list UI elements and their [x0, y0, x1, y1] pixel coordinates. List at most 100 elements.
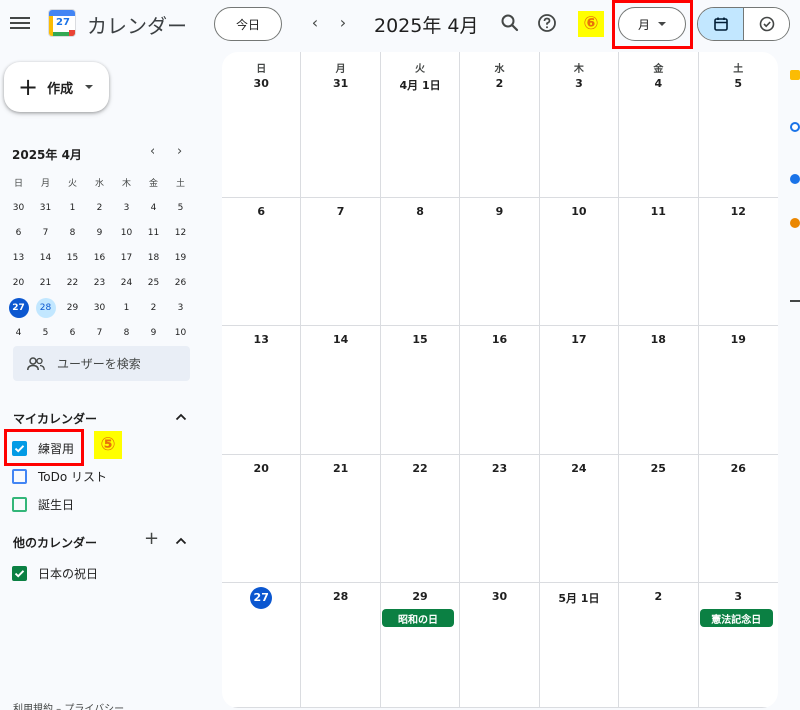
calendar-checkbox[interactable] [12, 496, 27, 512]
mini-day[interactable]: 30 [86, 295, 113, 320]
mini-day[interactable]: 5 [167, 195, 194, 220]
help-icon[interactable] [537, 13, 557, 33]
calendar-mode-button[interactable] [698, 8, 744, 40]
day-cell[interactable]: 日 30 [222, 52, 302, 198]
date-number[interactable]: 26 [699, 462, 778, 475]
search-people-input[interactable]: ユーザーを検索 [13, 346, 190, 381]
footer-links[interactable]: 利用規約 – プライバシー [13, 700, 124, 710]
day-cell[interactable]: 9 [460, 198, 540, 326]
day-cell[interactable]: 25 [619, 455, 699, 583]
mini-day[interactable]: 25 [140, 270, 167, 295]
mini-day[interactable]: 11 [140, 220, 167, 245]
date-number[interactable]: 6 [222, 205, 300, 218]
date-number[interactable]: 29 [381, 590, 459, 603]
mini-day[interactable]: 13 [5, 245, 32, 270]
mini-day[interactable]: 16 [86, 245, 113, 270]
date-number[interactable]: 15 [381, 333, 459, 346]
day-cell[interactable]: 24 [539, 455, 620, 583]
day-cell[interactable]: 10 [539, 198, 620, 326]
date-number[interactable]: 4 [619, 77, 697, 90]
maps-icon[interactable] [790, 218, 800, 228]
mini-day[interactable]: 24 [113, 270, 140, 295]
prev-period-button[interactable]: ‹ [305, 13, 325, 32]
chevron-up-icon[interactable] [175, 411, 187, 423]
add-addon-icon[interactable] [790, 300, 800, 302]
today-button[interactable]: 今日 [214, 7, 282, 41]
mini-day[interactable]: 6 [59, 320, 86, 345]
mini-day[interactable]: 4 [5, 320, 32, 345]
date-number[interactable]: 9 [460, 205, 538, 218]
mini-day[interactable]: 7 [86, 320, 113, 345]
day-cell[interactable]: 金4 [619, 52, 699, 198]
event-chip[interactable]: 昭和の日 [381, 609, 455, 627]
date-number[interactable]: 2 [460, 77, 538, 90]
date-number[interactable]: 5 [699, 77, 778, 90]
mini-day[interactable]: 5 [32, 320, 59, 345]
date-number[interactable]: 21 [301, 462, 379, 475]
calendar-checkbox[interactable] [12, 565, 27, 581]
day-cell[interactable]: 18 [619, 326, 699, 455]
mini-day[interactable]: 10 [167, 320, 194, 345]
day-cell[interactable]: 2 [619, 583, 699, 708]
mini-day[interactable]: 3 [167, 295, 194, 320]
mini-day[interactable]: 15 [59, 245, 86, 270]
day-cell[interactable]: 水2 [460, 52, 540, 198]
date-number[interactable]: 16 [460, 333, 538, 346]
search-icon[interactable] [500, 13, 520, 33]
day-cell[interactable]: 17 [539, 326, 620, 455]
next-period-button[interactable]: › [333, 13, 353, 32]
day-cell[interactable]: 土5 [698, 52, 778, 198]
day-cell[interactable]: 5月 1日 [539, 583, 620, 708]
mini-day[interactable]: 14 [32, 245, 59, 270]
mini-day[interactable]: 21 [32, 270, 59, 295]
day-cell[interactable]: 26 [698, 455, 778, 583]
mini-day[interactable]: 8 [113, 320, 140, 345]
date-number[interactable]: 13 [222, 333, 300, 346]
calendar-list-item[interactable]: 日本の祝日 [12, 563, 98, 583]
mini-day[interactable]: 9 [86, 220, 113, 245]
mini-day[interactable]: 29 [59, 295, 86, 320]
mini-day[interactable]: 1 [113, 295, 140, 320]
mini-day[interactable]: 1 [59, 195, 86, 220]
mini-day[interactable]: 31 [32, 195, 59, 220]
day-cell[interactable]: 30 [460, 583, 540, 708]
day-cell[interactable]: 月 31 [301, 52, 381, 198]
day-cell[interactable]: 6 [222, 198, 302, 326]
tasks-mode-button[interactable] [744, 8, 789, 40]
day-cell[interactable]: 29 昭和の日 [380, 583, 461, 708]
mini-day[interactable]: 12 [167, 220, 194, 245]
mini-day[interactable]: 2 [86, 195, 113, 220]
day-cell[interactable]: 22 [380, 455, 461, 583]
main-menu-icon[interactable] [10, 14, 30, 32]
chevron-up-icon[interactable] [175, 535, 187, 547]
mini-prev-month-button[interactable]: ‹ [150, 144, 155, 159]
mini-day[interactable]: 9 [140, 320, 167, 345]
mini-day[interactable]: 8 [59, 220, 86, 245]
keep-icon[interactable] [790, 70, 800, 80]
day-cell[interactable]: 20 [222, 455, 302, 583]
day-cell[interactable]: 3 憲法記念日 [698, 583, 778, 708]
mini-day[interactable]: 18 [140, 245, 167, 270]
day-cell[interactable]: 8 [380, 198, 461, 326]
date-number[interactable]: 20 [222, 462, 300, 475]
date-number[interactable]: 8 [381, 205, 459, 218]
date-number[interactable]: 18 [619, 333, 697, 346]
date-number[interactable]: 14 [301, 333, 379, 346]
date-number[interactable]: 5月 1日 [540, 590, 618, 606]
date-number[interactable]: 19 [699, 333, 778, 346]
mini-day[interactable]: 27 [5, 295, 32, 320]
calendar-checkbox[interactable] [12, 468, 27, 484]
view-select-dropdown[interactable]: 月 [618, 7, 686, 41]
day-cell[interactable]: 16 [460, 326, 540, 455]
date-number[interactable]: 4月 1日 [381, 77, 459, 93]
mini-day[interactable]: 30 [5, 195, 32, 220]
calendar-list-item[interactable]: 誕生日 [12, 494, 74, 514]
day-cell[interactable]: 21 [301, 455, 381, 583]
date-number[interactable]: 24 [540, 462, 618, 475]
mini-day[interactable]: 22 [59, 270, 86, 295]
day-cell[interactable]: 15 [380, 326, 461, 455]
mini-day[interactable]: 28 [32, 295, 59, 320]
date-number[interactable]: 28 [301, 590, 379, 603]
date-number[interactable]: 30 [460, 590, 538, 603]
date-number[interactable]: 23 [460, 462, 538, 475]
